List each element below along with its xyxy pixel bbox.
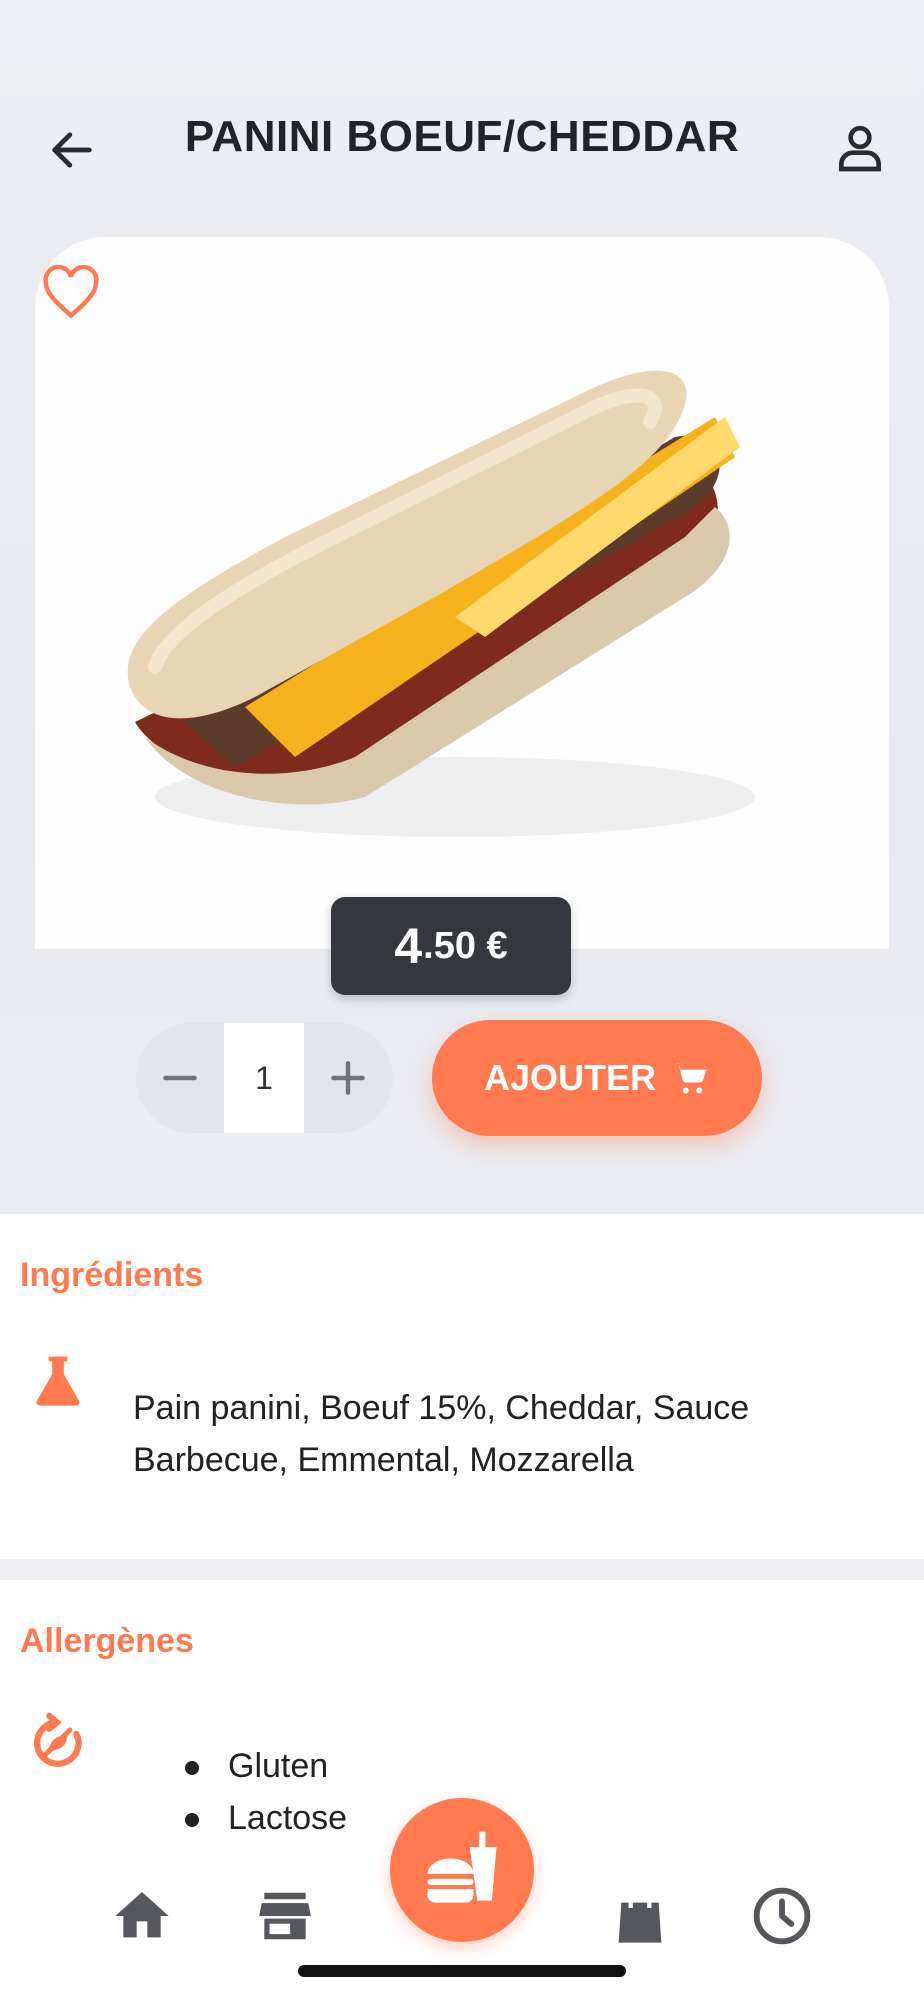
page-title: PANINI BOEUF/CHEDDAR: [184, 112, 740, 161]
add-to-cart-label: AJOUTER: [483, 1057, 657, 1098]
increment-button[interactable]: [304, 1023, 392, 1133]
flask-icon: [36, 1356, 80, 1406]
minus-icon: [163, 1075, 197, 1081]
menu-fab-icon: [427, 1831, 497, 1903]
product-image-card: [35, 237, 889, 949]
quantity-value[interactable]: 1: [224, 1023, 304, 1133]
clock-icon: [753, 1887, 811, 1945]
menu-fab-button[interactable]: [390, 1798, 534, 1942]
ingredients-text: Pain panini, Boeuf 15%, Cheddar, Sauce B…: [133, 1389, 750, 1479]
shopping-cart-icon: [673, 1063, 707, 1094]
allergen-icon: [34, 1712, 82, 1767]
profile-button[interactable]: [826, 114, 894, 182]
nav-history[interactable]: [746, 1880, 818, 1952]
back-button[interactable]: [40, 118, 104, 182]
user-icon: [839, 125, 881, 172]
ingredients-title: Ingrédients: [20, 1256, 204, 1294]
nav-store[interactable]: [249, 1880, 321, 1952]
price-decimal: .50 €: [423, 924, 508, 967]
bag-icon: [618, 1888, 662, 1943]
allergen-item: Lactose: [180, 1792, 347, 1844]
price-badge: 4 .50 €: [331, 897, 571, 995]
decrement-button[interactable]: [136, 1023, 224, 1133]
home-icon: [115, 1892, 169, 1938]
allergens-title: Allergènes: [20, 1622, 194, 1660]
arrow-left-icon: [52, 132, 92, 168]
store-icon: [259, 1892, 311, 1940]
home-indicator: [298, 1965, 626, 1977]
price-integer: 4: [394, 918, 423, 974]
allergen-item: Gluten: [180, 1740, 347, 1792]
favorite-button[interactable]: [40, 262, 102, 324]
quantity-stepper: 1: [136, 1023, 393, 1133]
plus-icon: [331, 1061, 365, 1095]
nav-home[interactable]: [106, 1880, 178, 1952]
nav-bag[interactable]: [604, 1880, 676, 1952]
add-to-cart-button[interactable]: AJOUTER: [432, 1020, 762, 1136]
allergen-list: Gluten Lactose: [180, 1740, 347, 1844]
product-image: [127, 370, 755, 837]
heart-outline-icon: [43, 265, 99, 319]
